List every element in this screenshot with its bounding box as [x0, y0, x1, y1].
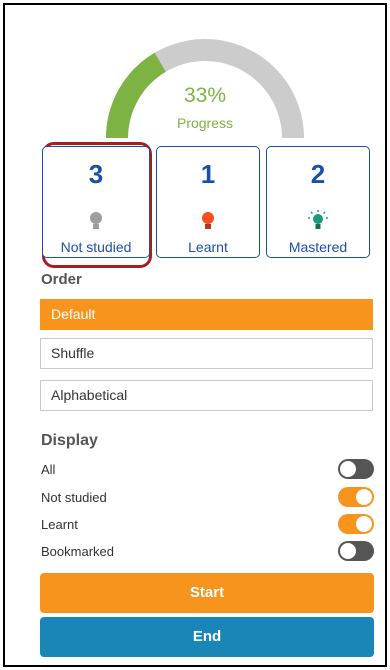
toggle-label: Learnt — [41, 517, 78, 532]
toggle-label: Bookmarked — [41, 544, 114, 559]
progress-percent: 33% — [183, 84, 227, 107]
card-not-studied[interactable]: 3 Not studied — [42, 146, 150, 258]
toggle-knob — [340, 543, 356, 559]
progress-gauge: 33% Progress — [95, 18, 315, 138]
toggle-knob — [340, 461, 356, 477]
toggle-knob — [356, 516, 372, 532]
toggle-label: Not studied — [41, 490, 107, 505]
end-button[interactable]: End — [40, 617, 374, 657]
toggle-switch[interactable] — [338, 514, 374, 534]
lightbulb-icon — [202, 212, 214, 229]
order-option-shuffle[interactable]: Shuffle — [40, 338, 373, 369]
toggle-switch[interactable] — [338, 459, 374, 479]
toggle-row-learnt: Learnt — [41, 514, 374, 536]
toggle-label: All — [41, 462, 56, 477]
card-label: Learnt — [188, 239, 228, 255]
toggle-row-all: All — [41, 459, 374, 481]
display-title: Display — [41, 432, 98, 449]
toggle-knob — [356, 489, 372, 505]
card-count: 3 — [88, 159, 104, 189]
order-option-default[interactable]: Default — [40, 299, 373, 330]
start-button[interactable]: Start — [40, 573, 374, 613]
lightbulb-icon — [90, 212, 102, 229]
order-title: Order — [41, 271, 82, 288]
lightbulb-glowing-icon — [308, 210, 328, 229]
card-label: Mastered — [288, 239, 348, 255]
card-learnt[interactable]: 1 Learnt — [156, 146, 260, 258]
order-option-alphabetical[interactable]: Alphabetical — [40, 380, 373, 411]
card-count: 2 — [310, 159, 326, 189]
toggle-row-not-studied: Not studied — [41, 487, 374, 509]
toggle-switch[interactable] — [338, 487, 374, 507]
card-count: 1 — [200, 159, 216, 189]
card-mastered[interactable]: 2 Mastered — [266, 146, 370, 258]
toggle-row-bookmarked: Bookmarked — [41, 541, 374, 563]
progress-label: Progress — [176, 115, 234, 131]
toggle-switch[interactable] — [338, 541, 374, 561]
card-label: Not studied — [60, 239, 132, 255]
